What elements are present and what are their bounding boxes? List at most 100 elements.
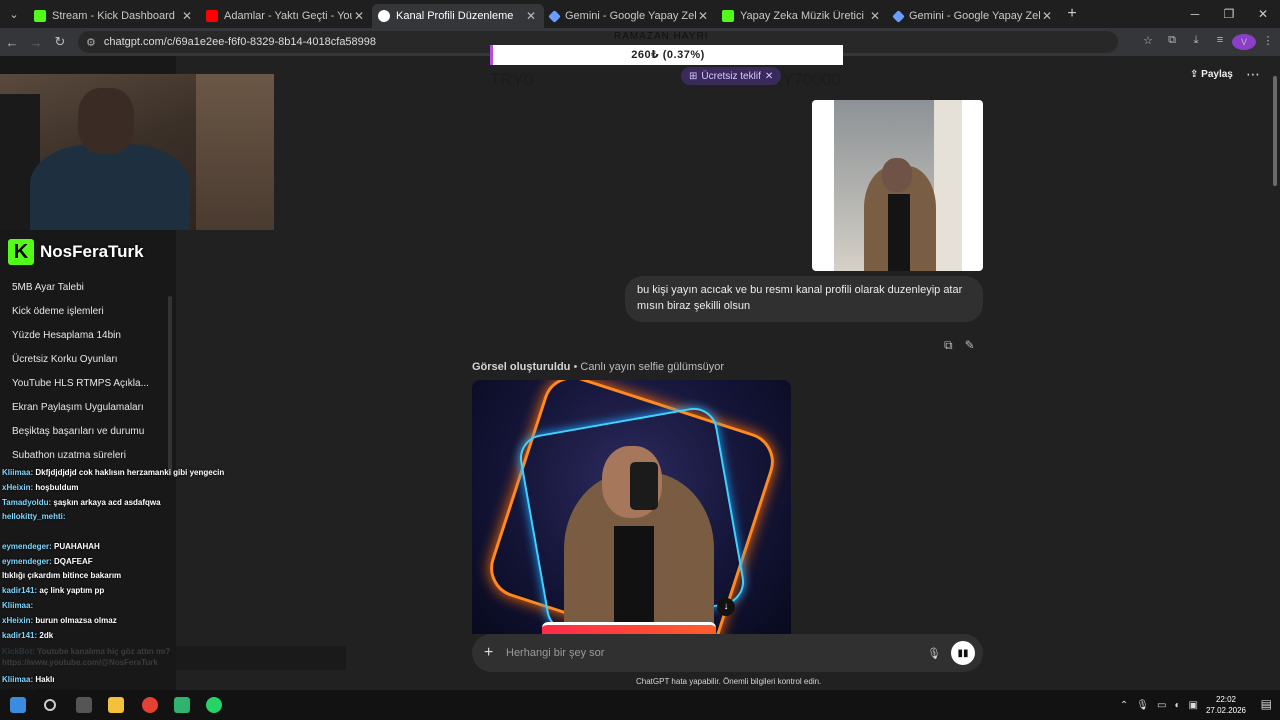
- volume-icon[interactable]: ◐: [1174, 700, 1180, 711]
- chat-username: Tamadyoldu:: [2, 498, 52, 507]
- music-favicon-icon: [722, 10, 734, 22]
- generated-description: • Canlı yayın selfie gülümsüyor: [570, 361, 725, 373]
- notification-icon[interactable]: ▤: [1261, 697, 1272, 711]
- close-tab-icon[interactable]: ✕: [352, 9, 366, 23]
- streamer-badge: K NosFeraTurk: [8, 237, 144, 267]
- share-button[interactable]: ⇪ Paylaş: [1190, 69, 1233, 80]
- add-attachment-icon[interactable]: +: [484, 644, 506, 662]
- page-scrollbar[interactable]: [1272, 60, 1278, 690]
- user-uploaded-image[interactable]: [812, 100, 983, 271]
- tab-kick-dashboard[interactable]: Stream - Kick Dashboard ✕: [28, 4, 200, 28]
- sidebar-item[interactable]: Yüzde Hesaplama 14bin: [12, 330, 121, 341]
- reload-icon[interactable]: ↻: [48, 34, 72, 50]
- system-tray: ⌃ 🎙 ▭ ◐ ▣ 22:02 27.02.2026: [1120, 694, 1246, 716]
- network-icon[interactable]: ▭: [1157, 700, 1166, 711]
- close-tab-icon[interactable]: ✕: [1040, 9, 1054, 23]
- back-arrow-icon[interactable]: ←: [0, 35, 24, 50]
- sidebar-scrollbar[interactable]: [168, 296, 172, 476]
- copy-icon[interactable]: ⧉: [944, 338, 953, 353]
- stream-chat-line: Kliimaa: Dkfjdjdjdjd cok haklısın herzam…: [2, 468, 224, 477]
- close-window-icon[interactable]: ✕: [1246, 0, 1280, 28]
- microphone-tray-icon[interactable]: 🎙: [1136, 700, 1149, 711]
- download-arrow-icon[interactable]: ↓: [717, 598, 735, 616]
- generated-person-shirt: [614, 526, 654, 634]
- windows-start-icon[interactable]: [10, 697, 26, 713]
- stream-chat-line: ltıklığı çıkardım bitince bakarım: [2, 571, 121, 580]
- tab-youtube[interactable]: Adamlar - Yaktı Geçti - YouTube ✕: [200, 4, 372, 28]
- generated-label: Görsel oluşturuldu: [472, 361, 571, 373]
- sidebar-item[interactable]: Beşiktaş başarıları ve durumu: [12, 426, 144, 437]
- restore-icon[interactable]: ❐: [1212, 0, 1246, 28]
- close-icon[interactable]: ✕: [765, 71, 773, 82]
- taskbar-clock[interactable]: 22:02 27.02.2026: [1206, 694, 1246, 716]
- download-icon[interactable]: ⤓: [1184, 34, 1208, 50]
- sidebar-item[interactable]: Ekran Paylaşım Uygulamaları: [12, 402, 144, 413]
- task-view-icon[interactable]: [76, 697, 92, 713]
- microphone-icon[interactable]: 🎙: [923, 647, 945, 660]
- generated-banner: [542, 622, 716, 634]
- kick-logo-icon: K: [8, 239, 34, 265]
- extensions-icon[interactable]: ⧉: [1160, 34, 1184, 50]
- scrollbar-thumb[interactable]: [1273, 76, 1277, 186]
- tab-music-ai[interactable]: Yapay Zeka Müzik Üretici | Fikir ✕: [716, 4, 888, 28]
- stream-chat-line: kadir141: aç link yaptım pp: [2, 586, 104, 595]
- chat-username: Kliimaa:: [2, 468, 34, 477]
- sidebar-item[interactable]: Ücretsiz Korku Oyunları: [12, 354, 118, 365]
- close-tab-icon[interactable]: ✕: [868, 9, 882, 23]
- chat-username: eymendeger:: [2, 542, 52, 551]
- chat-text: burun olmazsa olmaz: [33, 616, 117, 625]
- tab-search-icon[interactable]: ⌄: [0, 0, 28, 28]
- sidebar-item[interactable]: Kick ödeme işlemleri: [12, 306, 104, 317]
- file-explorer-icon[interactable]: [108, 697, 124, 713]
- gemini-favicon-icon: [892, 9, 905, 23]
- tab-title: Adamlar - Yaktı Geçti - YouTube: [224, 10, 352, 22]
- sidebar-item[interactable]: 5MB Ayar Talebi: [12, 282, 84, 293]
- webcam-streamer-body: [30, 144, 190, 230]
- webcam-streamer-head: [78, 88, 134, 154]
- media-icon[interactable]: ≡: [1208, 34, 1232, 50]
- generated-image[interactable]: ↓: [472, 380, 791, 634]
- tab-gemini-2[interactable]: Gemini - Google Yapay Zeka'ya ✕: [888, 4, 1060, 28]
- whatsapp-icon[interactable]: [206, 697, 222, 713]
- webcam-background: [196, 74, 274, 230]
- message-composer[interactable]: + Herhangi bir şey sor 🎙 ▮▮: [472, 634, 983, 672]
- site-info-icon[interactable]: ⚙: [86, 36, 96, 49]
- share-label: Paylaş: [1201, 69, 1233, 80]
- battery-icon[interactable]: ▣: [1189, 700, 1198, 711]
- donation-goal-bar: 260₺ (0.37%): [490, 45, 843, 65]
- bookmark-star-icon[interactable]: ☆: [1136, 34, 1160, 50]
- more-options-icon[interactable]: ⋯: [1246, 66, 1260, 83]
- chat-username: eymendeger:: [2, 557, 52, 566]
- chat-text: 2dk: [37, 631, 54, 640]
- stream-chat-line: hellokitty_mehti:: [2, 512, 66, 521]
- composer-input[interactable]: Herhangi bir şey sor: [506, 647, 923, 659]
- free-offer-badge[interactable]: ⊞ Ücretsiz teklif ✕: [681, 67, 782, 85]
- chat-username: xHeixin:: [2, 616, 34, 625]
- sidebar-item[interactable]: Subathon uzatma süreleri: [12, 450, 126, 461]
- new-tab-button[interactable]: +: [1060, 5, 1084, 23]
- sidebar-item[interactable]: YouTube HLS RTMPS Açıkla...: [12, 378, 149, 389]
- voice-mode-icon[interactable]: ▮▮: [951, 641, 975, 665]
- profile-avatar[interactable]: V: [1232, 34, 1256, 50]
- app-icon[interactable]: [174, 697, 190, 713]
- forward-arrow-icon[interactable]: →: [24, 35, 48, 50]
- browser-tab-strip: ⌄ Stream - Kick Dashboard ✕ Adamlar - Ya…: [0, 0, 1280, 28]
- chat-text: ltıklığı çıkardım bitince bakarım: [2, 571, 122, 580]
- close-tab-icon[interactable]: ✕: [524, 9, 538, 23]
- share-icon: ⇪: [1190, 69, 1202, 80]
- search-icon[interactable]: [44, 699, 56, 711]
- tab-gemini[interactable]: Gemini - Google Yapay Zeka'ya ✕: [544, 4, 716, 28]
- clock-time: 22:02: [1215, 695, 1236, 704]
- gift-icon: ⊞: [689, 70, 698, 82]
- chrome-icon[interactable]: [142, 697, 158, 713]
- chevron-up-icon[interactable]: ⌃: [1120, 700, 1128, 711]
- tab-chatgpt[interactable]: Kanal Profili Düzenleme ✕: [372, 4, 544, 28]
- minimize-icon[interactable]: ─: [1178, 0, 1212, 28]
- chat-text: Dkfjdjdjdjd cok haklısın herzamanki gibi…: [33, 468, 225, 477]
- close-tab-icon[interactable]: ✕: [696, 9, 710, 23]
- edit-pencil-icon[interactable]: ✎: [965, 338, 975, 353]
- stream-chat-line: Tamadyoldu: şaşkın arkaya acd asdafqwa: [2, 498, 161, 507]
- streamer-name: NosFeraTurk: [40, 242, 144, 261]
- menu-kebab-icon[interactable]: ⋮: [1256, 34, 1280, 50]
- close-tab-icon[interactable]: ✕: [180, 9, 194, 23]
